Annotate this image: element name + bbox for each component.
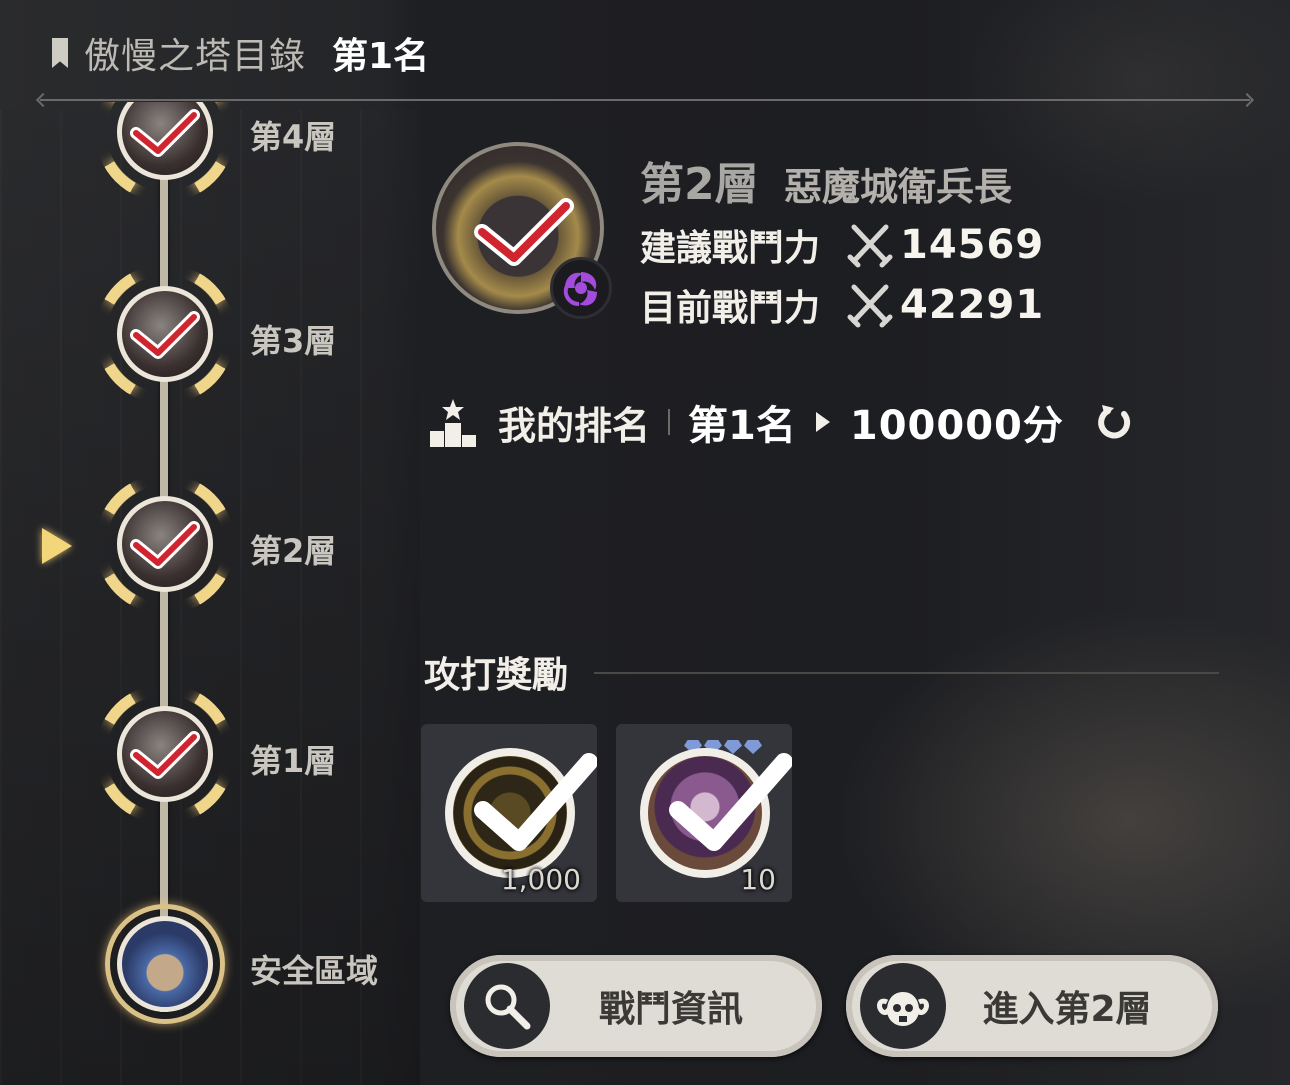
floor-node-3[interactable] [95,264,235,404]
floor-label-4[interactable]: 第4層 [250,112,336,158]
floor-boss-portrait [117,706,213,802]
floor-node-1[interactable] [95,684,235,824]
my-rank-value: 第1名 [688,403,796,449]
floor-label-safe-zone[interactable]: 安全區域 [250,946,378,992]
enter-floor-label: 進入第2層 [982,989,1152,1030]
floor-boss-portrait [117,496,213,592]
floor-node-safe-zone[interactable] [95,894,235,1034]
recommended-power-label: 建議戰鬥力 [640,228,821,269]
rewards-title: 攻打獎勵 [424,655,569,696]
rewards-divider [594,672,1219,674]
cleared-check-icon [130,520,200,569]
current-power-label: 目前戰鬥力 [640,288,821,329]
floor-boss-portrait [117,286,213,382]
page-header: 傲慢之塔目錄 第1名 [52,28,429,78]
cleared-check-icon [474,198,574,266]
my-ranking-label: 我的排名 [498,403,651,448]
podium-icon [430,399,476,447]
reward-item-crystal[interactable]: 10 [616,724,792,902]
current-power-value: 42291 [900,282,1045,328]
cleared-check-icon [130,730,200,779]
crossed-swords-icon [847,284,893,328]
floor-node-2[interactable] [95,474,235,614]
crossed-swords-icon [847,224,893,268]
boss-name: 惡魔城衛兵長 [784,165,1013,209]
reward-quantity: 10 [740,863,776,896]
recommended-power-row: 建議戰鬥力 14569 [640,220,1044,270]
battle-info-button[interactable]: 戰鬥資訊 [450,955,822,1057]
floor-node-4[interactable] [95,102,235,202]
current-power-row: 目前戰鬥力 42291 [640,280,1044,330]
refresh-icon[interactable] [1094,402,1134,442]
claimed-check-icon [474,753,597,851]
dark-swirl-icon [550,257,612,319]
cleared-check-icon [130,108,200,157]
enter-floor-button[interactable]: 進入第2層 [846,955,1218,1057]
claimed-check-icon [669,753,792,851]
ranking-separator [668,409,671,435]
ram-skull-icon [860,963,946,1049]
reward-item-gold[interactable]: 1,000 [421,724,597,902]
floor-list[interactable]: 第4層 第3層 第2層 第1層 安全區域 [0,102,420,1085]
bookmark-icon [52,38,68,68]
safe-zone-portrait [117,916,213,1012]
play-arrow-icon [815,412,830,432]
floor-label-2[interactable]: 第2層 [250,526,336,572]
boss-floor: 第2層 [640,159,759,210]
floor-label-3[interactable]: 第3層 [250,316,336,362]
battle-info-label: 戰鬥資訊 [598,989,743,1030]
my-ranking-row: 我的排名 第1名 100000分 [430,392,1134,452]
header-rank: 第1名 [332,36,430,77]
my-score-value: 100000分 [849,403,1064,449]
magnifier-icon [464,963,550,1049]
cleared-check-icon [130,310,200,359]
reward-quantity: 1,000 [500,863,581,896]
tower-title: 傲慢之塔目錄 [84,36,307,77]
header-divider [40,99,1250,101]
current-floor-indicator-icon [42,528,72,564]
recommended-power-value: 14569 [900,222,1045,268]
floor-label-1[interactable]: 第1層 [250,736,336,782]
